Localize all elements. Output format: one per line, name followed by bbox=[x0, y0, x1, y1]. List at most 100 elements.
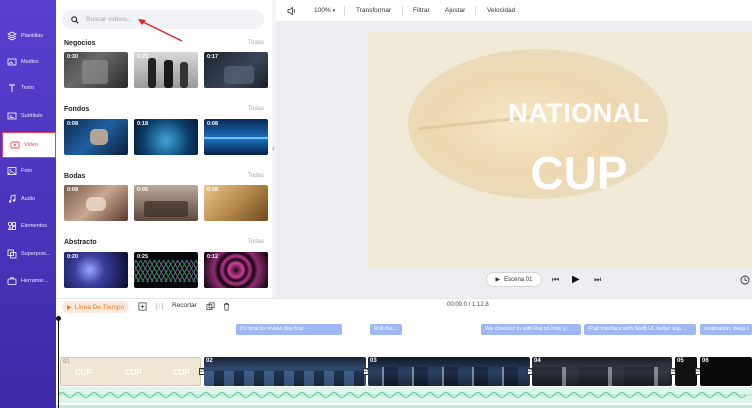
elements-icon bbox=[7, 221, 16, 230]
speed-button[interactable]: Velocidad bbox=[487, 7, 515, 14]
sidebar-item-label: Texto bbox=[21, 85, 35, 91]
sidebar-item-label: Plantillas bbox=[21, 33, 44, 39]
sidebar-item-templates[interactable]: Plantillas bbox=[0, 23, 56, 49]
sidebar-item-text[interactable]: Texto bbox=[0, 75, 56, 101]
sidebar-item-label: Subtítulo bbox=[21, 113, 43, 119]
divider bbox=[402, 6, 403, 16]
zoom-select[interactable]: 100% ▾ bbox=[314, 7, 335, 14]
scene-number: 05 bbox=[677, 358, 684, 364]
skip-back-icon[interactable]: ⏮ bbox=[552, 275, 559, 285]
audio-waveform bbox=[57, 391, 752, 399]
text-icon bbox=[9, 84, 15, 92]
preview-title-line2: CUP bbox=[530, 147, 628, 199]
subtitle-clip[interactable]: Roll the... bbox=[370, 324, 402, 335]
volume-icon[interactable] bbox=[287, 6, 297, 16]
video-thumbnail[interactable]: 0:12 bbox=[204, 252, 268, 288]
timecode: 00:00.0 / 1:12.8 bbox=[447, 302, 489, 308]
playhead[interactable] bbox=[58, 317, 59, 408]
section-title-bodas: Bodas bbox=[64, 173, 86, 180]
sidebar-item-elements[interactable]: Elementos bbox=[0, 213, 56, 239]
sidebar-item-video[interactable]: Video bbox=[2, 132, 56, 158]
subtitle-clip[interactable]: We checked in with Raj on how y... bbox=[481, 324, 581, 335]
photo-icon bbox=[7, 167, 17, 175]
transform-button[interactable]: Transformar bbox=[356, 7, 391, 14]
video-thumbnail[interactable]: 0:30 bbox=[64, 52, 128, 88]
scene-clip[interactable]: 04 bbox=[532, 357, 672, 386]
scene-clip[interactable]: 03 bbox=[368, 357, 530, 386]
scene-number: 03 bbox=[370, 358, 377, 364]
sidebar-item-label: Medios bbox=[21, 59, 39, 65]
duplicate-icon[interactable] bbox=[206, 302, 215, 311]
media-icon bbox=[7, 58, 17, 66]
audio-icon bbox=[8, 194, 16, 203]
divider bbox=[475, 6, 476, 16]
video-duration: 0:12 bbox=[207, 254, 219, 260]
skip-forward-icon[interactable]: ⏭ bbox=[594, 275, 601, 285]
section-see-all-abstracto[interactable]: Todas bbox=[248, 239, 264, 245]
clock-icon[interactable] bbox=[740, 275, 750, 285]
scene-selector[interactable]: ▶ Escena 01 bbox=[486, 272, 542, 287]
sidebar-item-audio[interactable]: Audio bbox=[0, 186, 56, 212]
video-thumbnail[interactable]: 0:08 bbox=[64, 119, 128, 155]
playhead-handle[interactable] bbox=[56, 316, 61, 321]
tools-icon bbox=[7, 277, 17, 285]
video-duration: 0:08 bbox=[67, 121, 79, 127]
video-thumbnail[interactable]: 0:25 bbox=[134, 252, 198, 288]
subtitle-clip[interactable]: iPad interface with Swift UI, better sup… bbox=[584, 324, 696, 335]
video-duration: 0:08 bbox=[67, 187, 79, 193]
section-see-all-fondos[interactable]: Todas bbox=[248, 106, 264, 112]
sidebar-item-photo[interactable]: Foto bbox=[0, 158, 56, 184]
adjust-button[interactable]: Ajustar bbox=[445, 7, 465, 14]
sidebar-item-media[interactable]: Medios bbox=[0, 49, 56, 75]
sidebar-item-tools[interactable]: Herramie... bbox=[0, 268, 56, 294]
video-library-panel: Negocios Todas 0:30 0:23 0:17 Fondos Tod… bbox=[56, 0, 272, 298]
video-thumbnail[interactable]: 0:17 bbox=[204, 52, 268, 88]
section-title-fondos: Fondos bbox=[64, 106, 90, 113]
split-icon[interactable] bbox=[155, 302, 164, 311]
scene-clip[interactable]: 05 bbox=[675, 357, 697, 386]
video-thumbnail[interactable]: 0:20 bbox=[64, 252, 128, 288]
scene-label: Escena 01 bbox=[504, 276, 533, 283]
section-see-all-bodas[interactable]: Todas bbox=[248, 173, 264, 179]
video-icon bbox=[10, 141, 20, 149]
scene-clip[interactable]: 01 CUP CUP CUP bbox=[60, 357, 201, 386]
section-title-abstracto: Abstracto bbox=[64, 239, 97, 246]
section-see-all-negocios[interactable]: Todas bbox=[248, 40, 264, 46]
tab-timeline[interactable]: ▶ Línea De Tiempo bbox=[62, 301, 130, 313]
trash-icon[interactable] bbox=[222, 302, 231, 311]
scene-frame-text: CUP bbox=[75, 368, 92, 377]
add-icon[interactable] bbox=[138, 302, 147, 311]
play-icon[interactable]: ▶ bbox=[572, 274, 580, 285]
audio-track[interactable] bbox=[57, 387, 752, 403]
editor-toolbar: 100% ▾ Transformar Filtrar Ajustar Veloci… bbox=[276, 0, 752, 22]
scene-number: 04 bbox=[534, 358, 541, 364]
scene-clip[interactable]: 06 bbox=[700, 357, 752, 386]
tab-timeline-label: Línea De Tiempo bbox=[74, 303, 125, 311]
video-duration: 0:30 bbox=[67, 54, 79, 60]
video-duration: 0:18 bbox=[137, 121, 149, 127]
sidebar-item-label: Foto bbox=[21, 168, 33, 174]
sidebar-item-label: Elementos bbox=[21, 223, 47, 229]
video-thumbnail[interactable]: 0:08 bbox=[64, 185, 128, 221]
sidebar-item-subtitle[interactable]: Subtítulo bbox=[0, 103, 56, 129]
video-thumbnail[interactable]: 0:23 bbox=[134, 52, 198, 88]
sidebar-item-label: Video bbox=[24, 142, 38, 148]
subtitle-clip[interactable]: restoration, deep l bbox=[700, 324, 752, 335]
video-duration: 0:05 bbox=[137, 187, 149, 193]
video-thumbnail[interactable]: 0:18 bbox=[134, 119, 198, 155]
sidebar-item-overlay[interactable]: Superposi... bbox=[0, 241, 56, 267]
video-duration: 0:23 bbox=[137, 54, 149, 60]
scene-frame-text: CUP bbox=[125, 368, 142, 377]
video-duration: 0:08 bbox=[207, 187, 219, 193]
preview-title-line1: NATIONAL bbox=[508, 98, 650, 128]
video-thumbnail[interactable]: 0:05 bbox=[134, 185, 198, 221]
video-thumbnail[interactable]: 0:08 bbox=[204, 119, 268, 155]
filter-button[interactable]: Filtrar bbox=[413, 7, 430, 14]
trim-button[interactable]: Recortar bbox=[172, 302, 197, 309]
scene-clip[interactable]: 02 bbox=[204, 357, 366, 386]
sidebar-item-label: Audio bbox=[21, 196, 36, 202]
video-thumbnail[interactable]: 0:08 bbox=[204, 185, 268, 221]
video-duration: 0:17 bbox=[207, 54, 219, 60]
scene-number: 01 bbox=[63, 359, 70, 365]
subtitle-clip[interactable]: It's time to review day four - bbox=[236, 324, 342, 335]
